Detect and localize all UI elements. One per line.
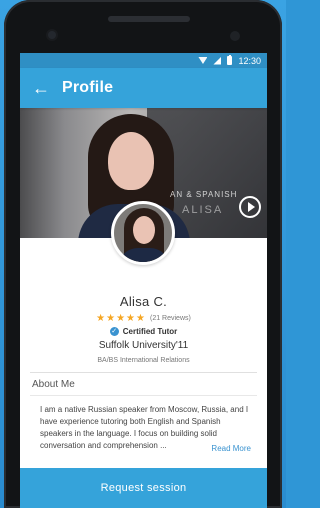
review-count[interactable]: (21 Reviews)	[150, 315, 191, 322]
degree: BA/BS International Relations	[97, 357, 190, 364]
university: Suffolk University'11	[98, 340, 189, 351]
background: 12:30 ← Profile AN & SPANISH ALISA Alisa…	[0, 0, 286, 508]
avatar-face	[133, 216, 155, 244]
front-camera	[48, 31, 56, 39]
about-heading: About Me	[32, 379, 75, 390]
wifi-icon	[198, 57, 208, 64]
phone-frame: 12:30 ← Profile AN & SPANISH ALISA Alisa…	[4, 0, 282, 508]
rating-row: ★★★★★ (21 Reviews)	[20, 313, 267, 324]
signal-icon	[213, 56, 222, 65]
status-bar: 12:30	[20, 53, 267, 68]
speaker-grille	[108, 16, 190, 22]
play-icon	[247, 202, 255, 212]
status-time: 12:30	[238, 55, 261, 66]
screen: 12:30 ← Profile AN & SPANISH ALISA Alisa…	[20, 53, 267, 508]
certified-label: Certified Tutor	[122, 327, 178, 336]
play-button[interactable]	[239, 196, 261, 218]
battery-icon	[227, 54, 233, 65]
certified-badge: ✓ Certified Tutor	[20, 327, 267, 336]
read-more-link[interactable]: Read More	[211, 444, 251, 453]
star-rating-icon: ★★★★★	[96, 313, 146, 324]
proximity-sensor	[230, 31, 240, 41]
tutor-name: Alisa C.	[119, 294, 168, 309]
checkmark-badge-icon: ✓	[109, 327, 119, 336]
page-title: Profile	[62, 79, 114, 96]
app-bar: ← Profile	[20, 68, 267, 108]
avatar	[111, 201, 175, 265]
request-session-button[interactable]: Request session	[20, 468, 267, 508]
video-caption-line-2: ALISA	[182, 204, 224, 216]
back-arrow-icon[interactable]: ←	[32, 79, 50, 97]
video-caption-line-1: AN & SPANISH	[170, 190, 238, 199]
video-face	[108, 132, 154, 190]
